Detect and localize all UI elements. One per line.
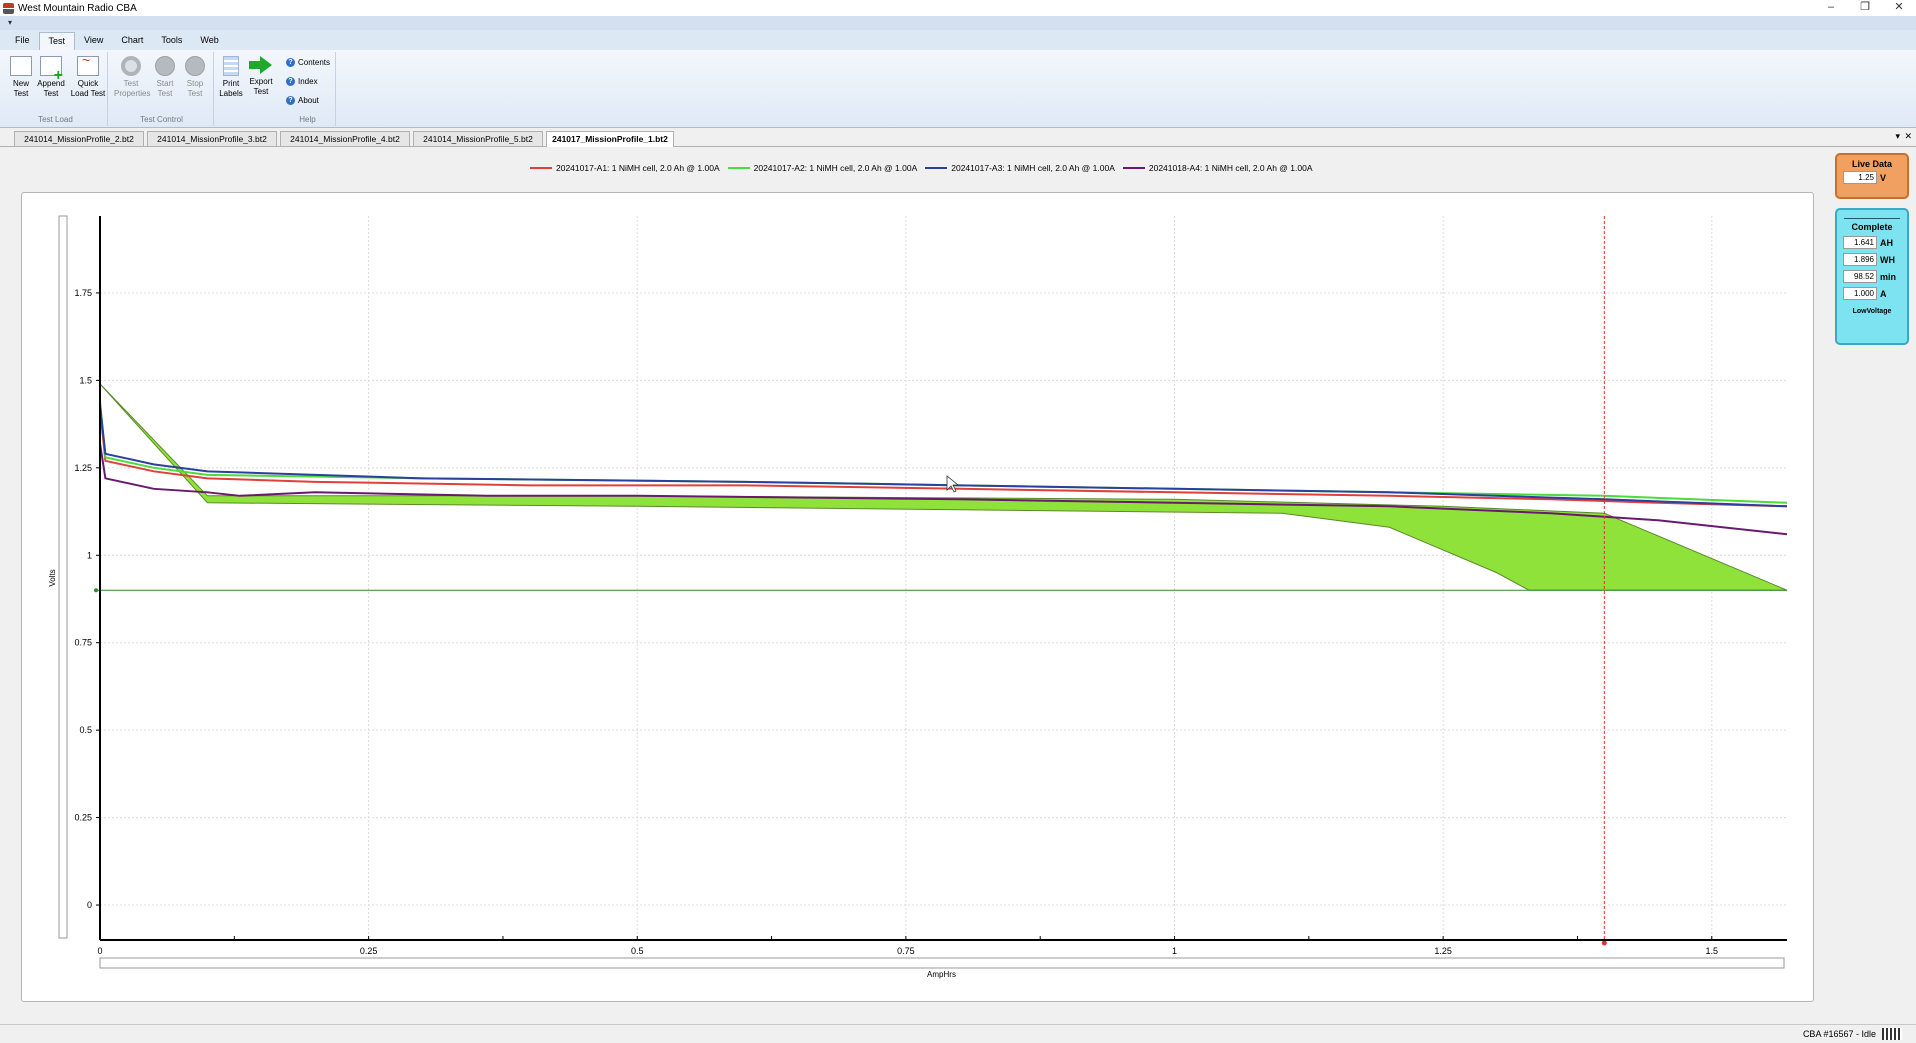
series-line (99, 404, 1788, 508)
y-tick-label: 0.5 (79, 725, 92, 735)
y-tick-label: 0.75 (74, 638, 92, 648)
x-tick-label: 0.75 (897, 946, 915, 956)
capacity-value: 1.641 (1843, 236, 1877, 249)
cutoff-marker (94, 588, 98, 593)
complete-title: Complete (1851, 222, 1893, 232)
x-tick-label: 0.5 (631, 946, 644, 956)
x-axis-label: AmpHrs (927, 970, 956, 979)
stop-reason: LowVoltage (1852, 308, 1892, 315)
x-tick-label: 1 (1172, 946, 1177, 956)
live-data-panel: Live Data 1.25 V (1835, 153, 1909, 199)
duration-row: 98.52 min (1843, 270, 1907, 283)
x-tick-label: 1.25 (1434, 946, 1452, 956)
y-tick-label: 0.25 (74, 813, 92, 823)
cursor-marker (1601, 940, 1607, 946)
mission-profile-band (99, 383, 1788, 591)
status-bar: CBA #16567 - Idle (0, 1024, 1916, 1043)
current-value: 1.000 (1843, 287, 1877, 300)
y-tick-label: 1.5 (79, 375, 92, 385)
complete-panel: Complete 1.641 AH 1.896 WH 98.52 min 1.0… (1835, 208, 1909, 345)
y-tick-label: 0 (87, 900, 92, 910)
discharge-chart[interactable]: 0 0.25 0.5 0.75 1 1.25 1.5 0 0.25 0.5 0.75 1 1.25 1.5… (0, 0, 1916, 1043)
x-tick-label: 1.5 (1706, 946, 1719, 956)
y-tick-label: 1.75 (74, 288, 92, 298)
device-connection-icon (1882, 1028, 1902, 1040)
capacity-row: 1.641 AH (1843, 236, 1907, 249)
energy-value: 1.896 (1843, 253, 1877, 266)
vertical-scrollbar (58, 215, 68, 939)
x-tick-label: 0.25 (360, 946, 378, 956)
live-data-title: Live Data (1851, 159, 1893, 169)
duration-value: 98.52 (1843, 270, 1877, 283)
y-axis-label: Volts (48, 569, 57, 586)
y-tick-label: 1.25 (74, 463, 92, 473)
current-row: 1.000 A (1843, 287, 1907, 300)
live-voltage-value: 1.25 (1843, 171, 1877, 184)
app-window: West Mountain Radio CBA – ❐ ✕ ▾ File Tes… (0, 0, 1916, 1043)
live-voltage-unit: V (1880, 172, 1887, 183)
device-status: CBA #16567 - Idle (1802, 1029, 1876, 1039)
y-tick-label: 1 (87, 550, 92, 560)
energy-row: 1.896 WH (1843, 253, 1907, 266)
horizontal-scrollbar (99, 957, 1785, 969)
series-line (99, 408, 1788, 508)
x-tick-label: 0 (97, 946, 102, 956)
